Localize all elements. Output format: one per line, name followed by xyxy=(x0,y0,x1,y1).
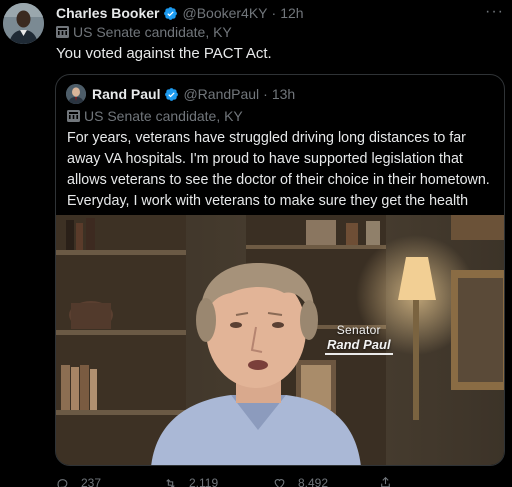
quoted-account-label[interactable]: US Senate candidate, KY xyxy=(67,108,243,124)
government-label-icon xyxy=(56,26,69,38)
quoted-header: Rand Paul @RandPaul · 13h xyxy=(92,86,295,102)
video-player[interactable]: Senator Rand Paul xyxy=(56,215,504,465)
quoted-author-name[interactable]: Rand Paul xyxy=(92,86,160,102)
separator-dot: · xyxy=(271,5,277,21)
like-button[interactable]: 8,492 xyxy=(273,476,328,487)
separator-dot: · xyxy=(263,86,268,102)
quoted-account-label-text: US Senate candidate, KY xyxy=(84,108,243,124)
tweet-header: Charles Booker @Booker4KY · 12h xyxy=(56,4,304,22)
more-icon[interactable]: ··· xyxy=(485,3,504,21)
government-label-icon xyxy=(67,110,80,122)
reply-button[interactable]: 237 xyxy=(56,476,101,487)
video-caption: Senator Rand Paul xyxy=(325,323,393,355)
retweet-icon xyxy=(166,478,175,487)
account-label[interactable]: US Senate candidate, KY xyxy=(56,24,232,40)
quoted-author-handle[interactable]: @RandPaul xyxy=(183,86,259,102)
video-caption-name: Rand Paul xyxy=(325,337,393,355)
quoted-tweet[interactable]: Rand Paul @RandPaul · 13h US Senate cand… xyxy=(55,74,505,466)
like-count: 8,492 xyxy=(298,476,329,487)
verified-badge-icon xyxy=(164,6,178,20)
author-handle[interactable]: @Booker4KY xyxy=(182,5,267,21)
avatar[interactable] xyxy=(3,3,44,44)
tweet[interactable]: Charles Booker @Booker4KY · 12h ··· US S… xyxy=(0,0,512,487)
account-label-text: US Senate candidate, KY xyxy=(73,24,232,40)
quoted-avatar[interactable] xyxy=(66,84,86,104)
retweet-button[interactable]: 2,119 xyxy=(164,476,218,487)
share-button[interactable] xyxy=(379,476,404,487)
retweet-count: 2,119 xyxy=(189,476,219,487)
verified-badge-icon xyxy=(165,87,179,101)
tweet-actions: 237 2,119 8,492 xyxy=(56,476,506,487)
video-caption-title: Senator xyxy=(336,323,381,337)
reply-count: 237 xyxy=(81,476,102,487)
like-icon xyxy=(274,478,285,487)
reply-icon xyxy=(57,478,68,487)
quoted-timestamp[interactable]: 13h xyxy=(272,86,295,102)
tweet-text: You voted against the PACT Act. xyxy=(56,45,272,62)
share-icon xyxy=(381,476,390,487)
video-frame xyxy=(56,215,504,465)
author-name[interactable]: Charles Booker xyxy=(56,5,159,21)
timestamp[interactable]: 12h xyxy=(280,5,303,21)
